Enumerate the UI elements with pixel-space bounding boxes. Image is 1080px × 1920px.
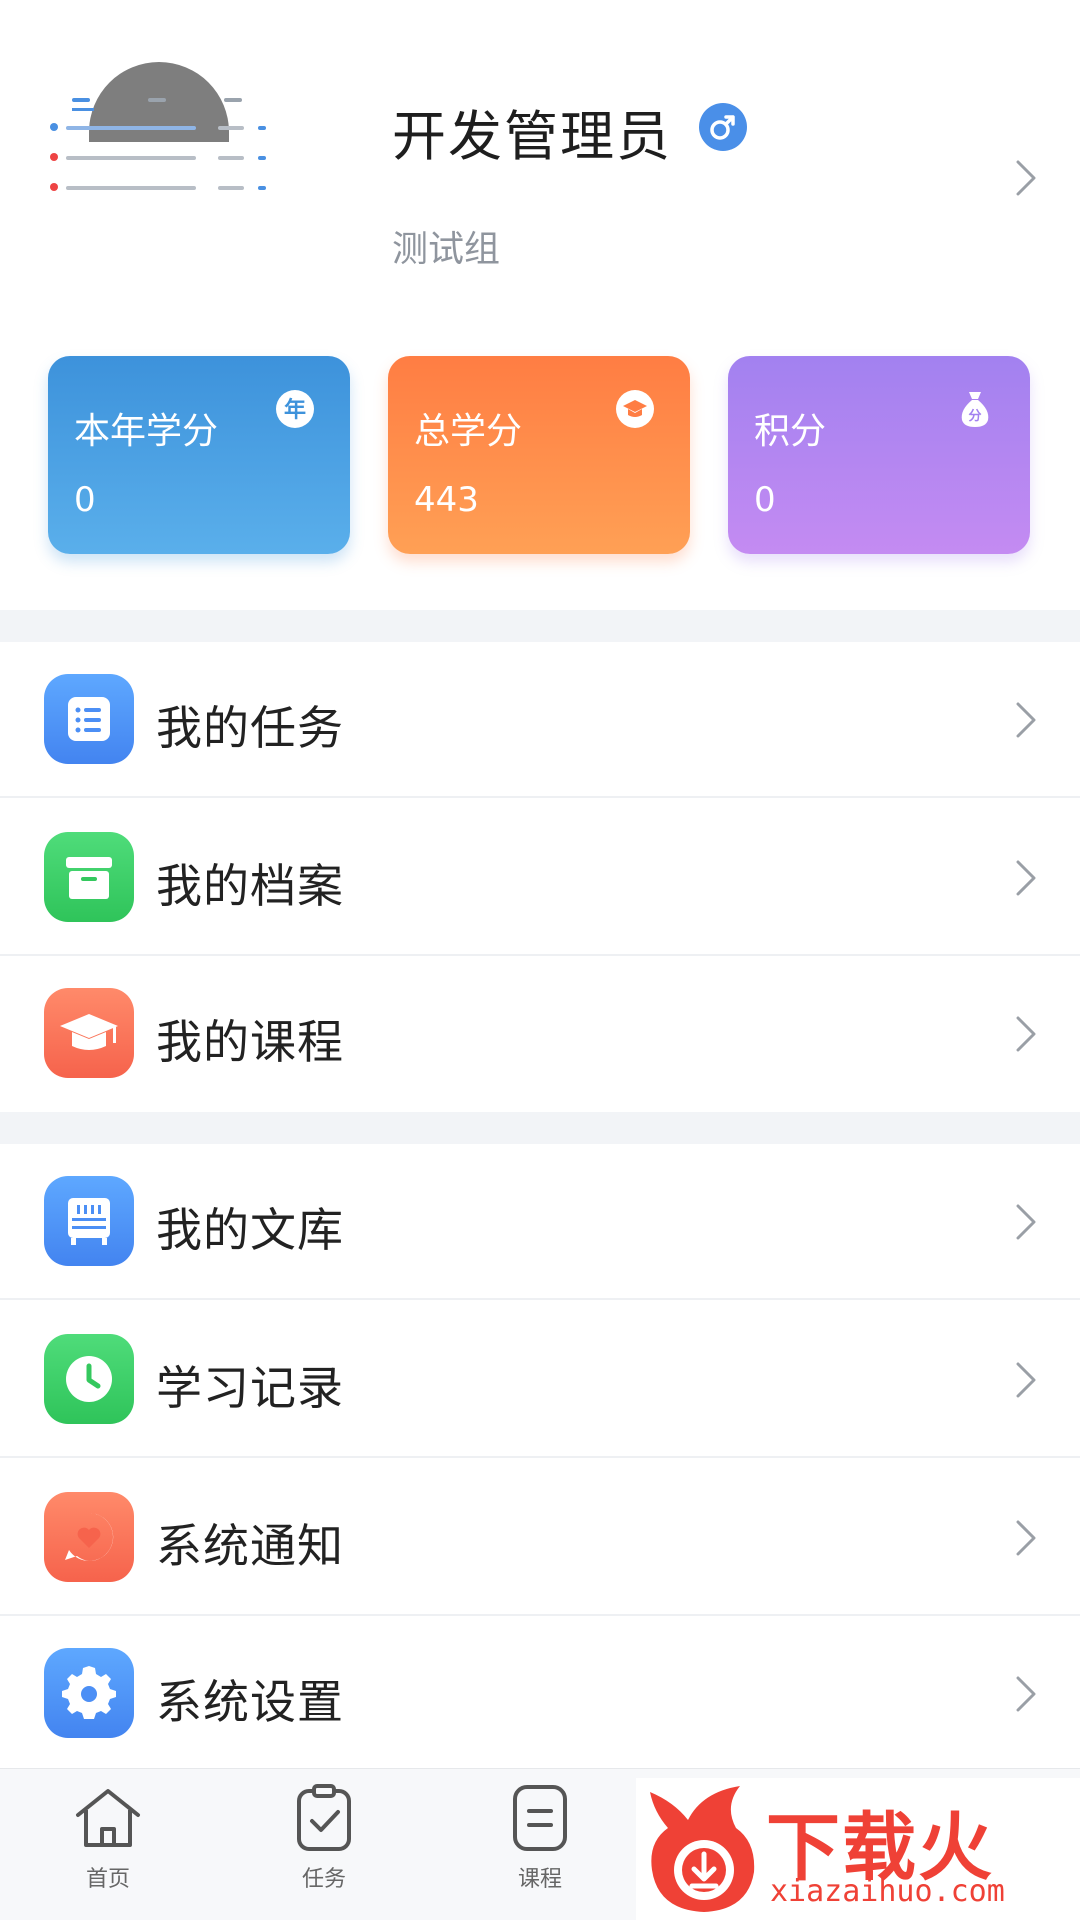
nav-label: 任务 xyxy=(301,1867,346,1892)
chevron-right-icon xyxy=(1016,1204,1036,1240)
menu-label: 系统通知 xyxy=(156,1519,344,1573)
year-badge-icon: 年 xyxy=(276,390,314,428)
chevron-right-icon xyxy=(1016,1362,1036,1398)
menu-item-system-settings[interactable]: 系统设置 xyxy=(0,1616,1080,1772)
chevron-right-icon[interactable] xyxy=(1012,158,1040,198)
stat-label: 本年学分 xyxy=(74,411,219,452)
chevron-right-icon xyxy=(1016,1520,1036,1556)
profile-header[interactable]: 开发管理员 测试组 xyxy=(0,0,1080,350)
avatar-thumbnail-tabs xyxy=(44,92,274,114)
menu-label: 我的档案 xyxy=(156,859,344,913)
menu-label: 学习记录 xyxy=(156,1361,344,1415)
home-icon xyxy=(76,1789,140,1847)
nav-tab-courses[interactable]: 课程 xyxy=(470,1783,610,1913)
nav-tab-home[interactable]: 首页 xyxy=(38,1783,178,1913)
stat-label: 总学分 xyxy=(414,411,523,452)
chevron-right-icon xyxy=(1016,1016,1036,1052)
menu-item-system-notice[interactable]: 系统通知 xyxy=(0,1460,1080,1616)
menu-label: 系统设置 xyxy=(156,1675,344,1729)
stat-value: 0 xyxy=(754,480,776,520)
svg-text:年: 年 xyxy=(284,397,306,423)
male-icon xyxy=(699,103,747,151)
nav-label: 课程 xyxy=(517,1867,562,1892)
gear-icon xyxy=(44,1648,134,1738)
graduation-cap-icon xyxy=(44,988,134,1078)
chevron-right-icon xyxy=(1016,860,1036,896)
menu-label: 我的任务 xyxy=(156,701,344,755)
money-bag-icon: 分 xyxy=(961,392,989,427)
avatar-thumbnail-row xyxy=(48,182,270,196)
clock-icon xyxy=(44,1334,134,1424)
menu-item-my-courses[interactable]: 我的课程 xyxy=(0,956,1080,1112)
stat-card-year-credits[interactable]: 本年学分 0 年 xyxy=(48,356,350,554)
nav-tab-tasks[interactable]: 任务 xyxy=(254,1783,394,1913)
library-shelf-icon xyxy=(44,1176,134,1266)
nav-label: 首页 xyxy=(85,1867,130,1892)
menu-label: 我的文库 xyxy=(156,1203,344,1257)
section-divider xyxy=(0,1112,1080,1144)
chevron-right-icon xyxy=(1016,1676,1036,1712)
avatar-thumbnail-row xyxy=(48,152,270,166)
avatar[interactable] xyxy=(44,58,274,208)
heart-message-icon xyxy=(44,1492,134,1582)
archive-box-icon xyxy=(44,832,134,922)
watermark-url: xiazaihuo.com xyxy=(770,1874,1005,1909)
menu-item-my-archive[interactable]: 我的档案 xyxy=(0,800,1080,956)
menu-item-my-tasks[interactable]: 我的任务 xyxy=(0,642,1080,798)
avatar-thumbnail-row xyxy=(48,122,270,136)
stat-card-total-credits[interactable]: 总学分 443 xyxy=(388,356,690,554)
user-name: 开发管理员 xyxy=(392,105,672,168)
task-list-icon xyxy=(44,674,134,764)
graduation-cap-icon xyxy=(616,390,654,428)
flame-logo-icon xyxy=(650,1786,755,1912)
stat-card-points[interactable]: 积分 0 分 xyxy=(728,356,1030,554)
user-group: 测试组 xyxy=(392,229,501,270)
watermark-logo: 下载火 xiazaihuo.com xyxy=(636,1778,1080,1920)
stat-label: 积分 xyxy=(754,411,827,452)
stat-value: 0 xyxy=(74,480,96,520)
svg-text:分: 分 xyxy=(968,408,981,424)
menu-item-my-library[interactable]: 我的文库 xyxy=(0,1144,1080,1300)
chevron-right-icon xyxy=(1016,702,1036,738)
document-icon xyxy=(513,1785,567,1851)
section-divider xyxy=(0,610,1080,642)
menu-label: 我的课程 xyxy=(156,1015,344,1069)
stat-value: 443 xyxy=(414,480,479,520)
menu-item-learning-record[interactable]: 学习记录 xyxy=(0,1302,1080,1458)
clipboard-check-icon xyxy=(297,1784,351,1851)
